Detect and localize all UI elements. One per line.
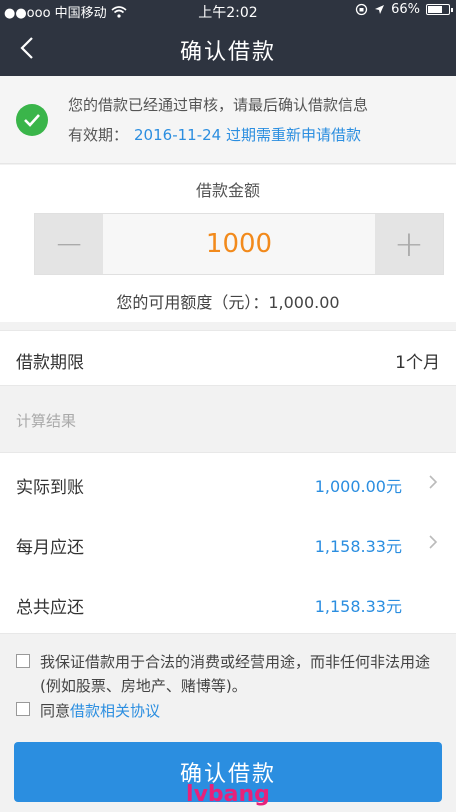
- guarantee-text: 我保证借款用于合法的消费或经营用途，而非任何非法用途(例如股票、房地产、赌博等)…: [40, 653, 431, 695]
- status-bar: ●●ooo 中国移动 上午2:02 66%: [0, 0, 456, 21]
- validity-label: 有效期：: [68, 126, 129, 144]
- available-credit: 您的可用额度（元）：1,000.00: [116, 293, 340, 312]
- chevron-right-icon: [428, 471, 438, 495]
- calc-result-header: 计算结果: [16, 412, 77, 430]
- battery-icon: [426, 4, 453, 15]
- watermark: lvbang: [186, 782, 270, 807]
- result-row-monthly[interactable]: 每月应还 1,158.33元: [0, 513, 456, 573]
- approval-message: 您的借款已经通过审核，请最后确认借款信息: [68, 96, 369, 114]
- amount-section: 借款金额 − 1000 + 您的可用额度（元）：1,000.00: [0, 165, 456, 322]
- status-indicators: 66%: [355, 2, 453, 17]
- agree-line: 同意借款相关协议: [40, 700, 160, 721]
- result-value: 1,000.00元: [314, 477, 402, 496]
- guarantee-checkbox[interactable]: [16, 654, 30, 668]
- approval-notice: 您的借款已经通过审核，请最后确认借款信息 有效期： 2016-11-24 过期需重…: [0, 76, 456, 164]
- battery-percent: 66%: [391, 2, 420, 17]
- nav-bar: 确认借款: [0, 20, 456, 76]
- orientation-lock-icon: [355, 3, 368, 16]
- result-label: 总共应还: [16, 598, 84, 618]
- result-label: 每月应还: [16, 538, 84, 558]
- decrease-button[interactable]: −: [35, 214, 103, 274]
- agreement-link[interactable]: 借款相关协议: [70, 702, 160, 720]
- location-arrow-icon: [375, 5, 385, 14]
- term-value: 1个月: [395, 353, 440, 373]
- result-row-received[interactable]: 实际到账 1,000.00元: [0, 453, 456, 513]
- validity-detail: 2016-11-24 过期需重新申请借款: [134, 126, 361, 144]
- check-circle-icon: [16, 104, 48, 136]
- agree-checkbox[interactable]: [16, 702, 30, 716]
- agree-prefix: 同意: [40, 702, 71, 720]
- amount-input[interactable]: 1000: [103, 214, 375, 274]
- validity-line: 有效期： 2016-11-24 过期需重新申请借款: [68, 124, 361, 145]
- result-row-total: 总共应还 1,158.33元: [0, 573, 456, 633]
- result-list: 实际到账 1,000.00元 每月应还 1,158.33元 总共应还 1,158…: [0, 452, 456, 634]
- increase-button[interactable]: +: [375, 214, 443, 274]
- result-value: 1,158.33元: [314, 537, 402, 556]
- result-label: 实际到账: [16, 478, 84, 498]
- amount-stepper: − 1000 +: [34, 213, 444, 275]
- loan-term-row[interactable]: 借款期限 1个月: [0, 330, 456, 386]
- amount-label: 借款金额: [195, 181, 260, 200]
- page-title: 确认借款: [179, 40, 276, 65]
- result-value: 1,158.33元: [314, 597, 402, 616]
- chevron-right-icon: [428, 531, 438, 555]
- term-label: 借款期限: [16, 353, 84, 373]
